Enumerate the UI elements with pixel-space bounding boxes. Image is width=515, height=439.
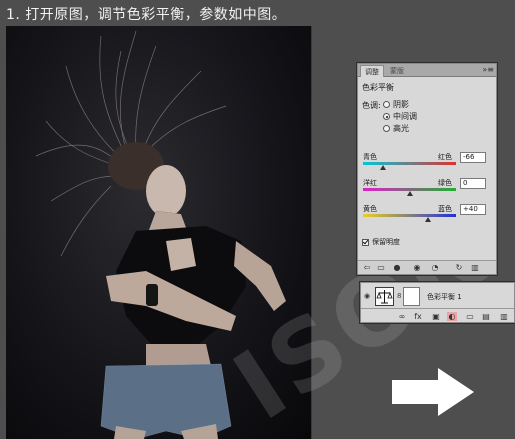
adjustments-panel-footer: ⇦ ▭ ● ◉ ◔ ↻ ▥: [358, 260, 496, 274]
link-layers-icon[interactable]: ∞: [397, 312, 407, 321]
slider-yellow-blue-thumb[interactable]: [425, 217, 432, 222]
radio-midtones-button[interactable]: [383, 113, 390, 120]
new-adjustment-layer-icon[interactable]: ◐: [447, 312, 457, 321]
add-mask-icon[interactable]: ▣: [431, 312, 441, 321]
view-previous-icon[interactable]: ◔: [430, 263, 440, 272]
preserve-luminosity-row[interactable]: 保留明度: [362, 237, 400, 247]
radio-shadows-button[interactable]: [383, 101, 390, 108]
slider-yellow-blue: 黄色 蓝色 +40: [362, 204, 492, 228]
slider-magenta-green-value[interactable]: 0: [460, 178, 486, 189]
expand-view-icon[interactable]: ▭: [376, 263, 386, 272]
radio-highlights[interactable]: 高光: [383, 123, 409, 134]
radio-shadows[interactable]: 阴影: [383, 99, 409, 110]
panel-title: 色彩平衡: [362, 83, 394, 92]
slider-cyan-red-value[interactable]: -66: [460, 152, 486, 163]
slider-cyan-red: 青色 红色 -66: [362, 152, 492, 176]
slider-blue-label: 蓝色: [438, 205, 452, 213]
adjustments-panel: 调整 蒙版 »≡ 色彩平衡 色调: 阴影 中间调 高光 青色 红色 -66 洋红…: [357, 63, 497, 275]
slider-green-label: 绿色: [438, 179, 452, 187]
panel-tabbar: 调整 蒙版 »≡: [358, 64, 496, 77]
instruction-text: 1. 打开原图，调节色彩平衡，参数如中图。: [6, 7, 287, 23]
clip-to-layer-icon[interactable]: ●: [392, 263, 402, 272]
delete-icon[interactable]: ▥: [470, 263, 480, 272]
radio-midtones[interactable]: 中间调: [383, 111, 417, 122]
tab-masks[interactable]: 蒙版: [386, 65, 408, 77]
eye-icon[interactable]: ◉: [364, 292, 370, 300]
link-icon[interactable]: 8: [397, 292, 401, 300]
radio-highlights-label: 高光: [393, 124, 409, 133]
slider-magenta-green: 洋红 绿色 0: [362, 178, 492, 202]
reset-icon[interactable]: ↻: [454, 263, 464, 272]
layers-panel-footer: ∞ fx ▣ ◐ ▭ ▤ ▥: [361, 310, 514, 323]
panel-menu-icon[interactable]: »≡: [482, 65, 494, 75]
tone-label: 色调:: [362, 101, 381, 110]
layer-row[interactable]: ◉ 8 色彩平衡 1: [361, 284, 514, 309]
back-arrow-icon[interactable]: ⇦: [362, 263, 372, 272]
slider-yellow-blue-track[interactable]: [363, 214, 456, 217]
right-arrow-icon: [390, 366, 476, 422]
slider-cyan-red-track[interactable]: [363, 162, 456, 165]
preserve-luminosity-label: 保留明度: [372, 238, 400, 246]
preserve-luminosity-checkbox[interactable]: [362, 238, 369, 246]
slider-magenta-label: 洋红: [363, 179, 377, 187]
delete-layer-icon[interactable]: ▥: [499, 312, 509, 321]
radio-midtones-label: 中间调: [393, 112, 417, 121]
adjustment-layer-thumbnail: [375, 287, 394, 306]
new-group-icon[interactable]: ▭: [465, 312, 475, 321]
slider-red-label: 红色: [438, 153, 452, 161]
slider-yellow-blue-value[interactable]: +40: [460, 204, 486, 215]
layers-panel: ◉ 8 色彩平衡 1 ∞ fx ▣ ◐ ▭ ▤ ▥: [360, 282, 515, 323]
radio-shadows-label: 阴影: [393, 100, 409, 109]
slider-magenta-green-thumb[interactable]: [406, 191, 413, 196]
slider-cyan-label: 青色: [363, 153, 377, 161]
tab-adjustments[interactable]: 调整: [360, 65, 384, 77]
layer-style-icon[interactable]: fx: [413, 312, 423, 321]
new-layer-icon[interactable]: ▤: [481, 312, 491, 321]
slider-cyan-red-thumb[interactable]: [379, 165, 386, 170]
radio-highlights-button[interactable]: [383, 125, 390, 132]
visibility-icon[interactable]: ◉: [412, 263, 422, 272]
layer-name[interactable]: 色彩平衡 1: [427, 292, 462, 302]
slider-yellow-label: 黄色: [363, 205, 377, 213]
photo-canvas: [6, 26, 312, 439]
layer-mask-thumbnail[interactable]: [403, 287, 420, 306]
